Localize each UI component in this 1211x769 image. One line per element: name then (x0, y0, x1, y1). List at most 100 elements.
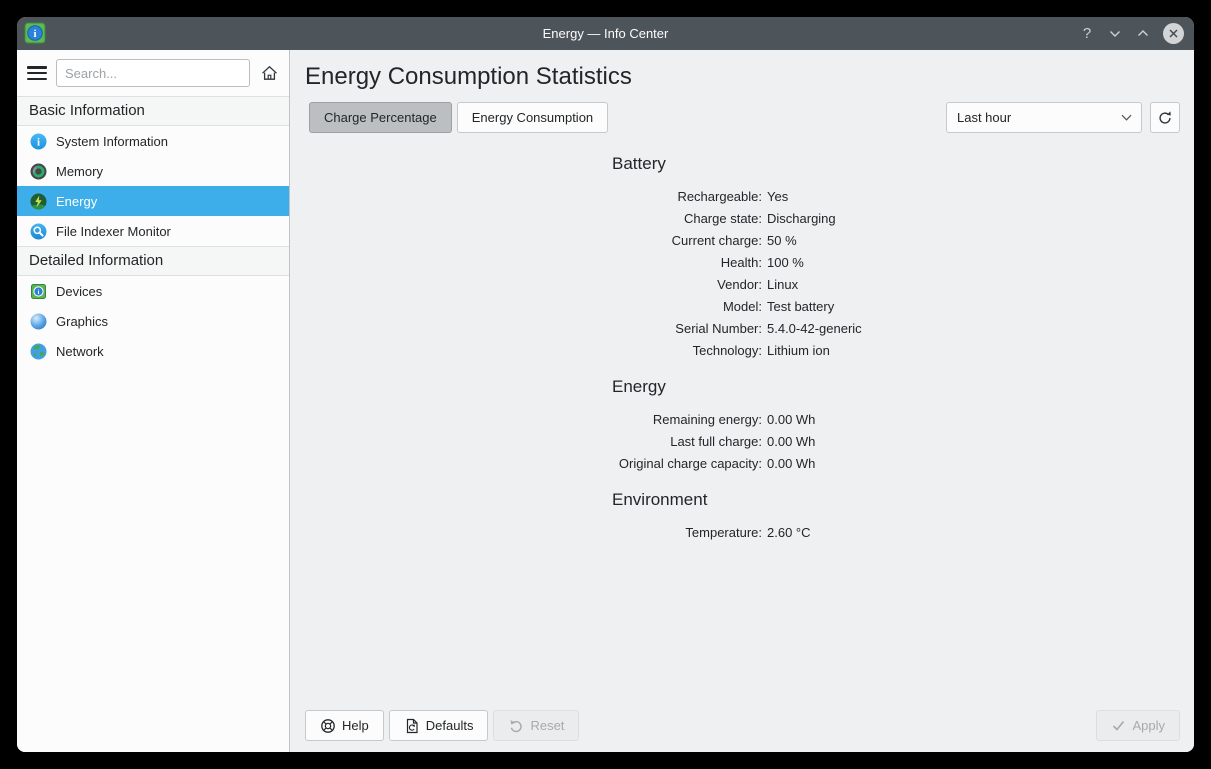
sidebar-section-basic-information: Basic Information (17, 96, 289, 126)
section-title: Energy (612, 377, 1194, 397)
sidebar-item-label: File Indexer Monitor (56, 224, 171, 239)
timespan-select-value: Last hour (957, 110, 1011, 125)
timespan-select[interactable]: Last hour (946, 102, 1142, 133)
checkmark-icon (1111, 718, 1126, 733)
info-label: Model: (290, 296, 762, 318)
reset-button[interactable]: Reset (493, 710, 579, 741)
network-icon (30, 343, 47, 360)
info-center-window: i Energy — Info Center ? (17, 17, 1194, 752)
info-value: Yes (767, 186, 1194, 208)
toolbar: Charge Percentage Energy Consumption Las… (305, 102, 1180, 133)
reset-label: Reset (530, 718, 564, 733)
svg-text:i: i (38, 289, 40, 296)
info-row: Temperature: 2.60 °C (290, 522, 1194, 544)
info-value: Linux (767, 274, 1194, 296)
info-row: Charge state: Discharging (290, 208, 1194, 230)
sidebar-item-devices[interactable]: i Devices (17, 276, 289, 306)
info-value: Test battery (767, 296, 1194, 318)
defaults-label: Defaults (426, 718, 474, 733)
energy-consumption-button[interactable]: Energy Consumption (457, 102, 608, 133)
sidebar-section-detailed-information: Detailed Information (17, 246, 289, 276)
charge-percentage-button[interactable]: Charge Percentage (309, 102, 452, 133)
memory-icon (30, 163, 47, 180)
titlebar[interactable]: i Energy — Info Center ? (17, 17, 1194, 50)
info-label: Original charge capacity: (290, 453, 762, 475)
sidebar-item-system-information[interactable]: i System Information (17, 126, 289, 156)
info-row: Original charge capacity: 0.00 Wh (290, 453, 1194, 475)
sidebar-item-network[interactable]: Network (17, 336, 289, 366)
sidebar-item-label: System Information (56, 134, 168, 149)
info-label: Temperature: (290, 522, 762, 544)
main-panel: Energy Consumption Statistics Charge Per… (290, 50, 1194, 752)
apply-button[interactable]: Apply (1096, 710, 1180, 741)
info-label: Last full charge: (290, 431, 762, 453)
devices-icon: i (30, 283, 47, 300)
info-value: 50 % (767, 230, 1194, 252)
info-row: Vendor: Linux (290, 274, 1194, 296)
sidebar-item-label: Graphics (56, 314, 108, 329)
info-row: Model: Test battery (290, 296, 1194, 318)
refresh-button[interactable] (1150, 102, 1180, 133)
info-label: Technology: (290, 340, 762, 362)
info-value: Discharging (767, 208, 1194, 230)
menu-button[interactable] (27, 65, 47, 81)
close-icon (1168, 28, 1179, 39)
sidebar-item-file-indexer-monitor[interactable]: File Indexer Monitor (17, 216, 289, 246)
minimize-button[interactable] (1107, 24, 1123, 44)
info-label: Current charge: (290, 230, 762, 252)
chevron-down-icon (1109, 28, 1121, 39)
apply-label: Apply (1132, 718, 1165, 733)
info-label: Remaining energy: (290, 409, 762, 431)
help-icon (320, 718, 336, 734)
battery-section: Battery Rechargeable: Yes Charge state: … (290, 154, 1194, 362)
info-row: Current charge: 50 % (290, 230, 1194, 252)
system-information-icon: i (30, 133, 47, 150)
footer: Help Defaults Reset (290, 710, 1194, 752)
search-input[interactable] (56, 59, 250, 87)
titlebar-help-button[interactable]: ? (1079, 24, 1095, 44)
info-value: 5.4.0-42-generic (767, 318, 1194, 340)
info-value: 100 % (767, 252, 1194, 274)
page-title: Energy Consumption Statistics (305, 62, 1194, 92)
home-button[interactable] (259, 62, 279, 84)
help-button[interactable]: Help (305, 710, 384, 741)
sidebar: Basic Information i System Information (17, 50, 290, 752)
defaults-icon (404, 718, 420, 734)
info-center-app-icon: i (24, 22, 46, 44)
svg-text:i: i (37, 136, 40, 148)
info-row: Health: 100 % (290, 252, 1194, 274)
defaults-button[interactable]: Defaults (389, 710, 489, 741)
sidebar-item-energy[interactable]: Energy (17, 186, 289, 216)
info-value: Lithium ion (767, 340, 1194, 362)
section-title: Battery (612, 154, 1194, 174)
info-label: Vendor: (290, 274, 762, 296)
sidebar-item-label: Energy (56, 194, 97, 209)
section-title: Environment (612, 490, 1194, 510)
info-value: 2.60 °C (767, 522, 1194, 544)
info-value: 0.00 Wh (767, 409, 1194, 431)
info-label: Charge state: (290, 208, 762, 230)
chevron-down-icon (1121, 114, 1132, 121)
graphics-icon (30, 313, 47, 330)
energy-section: Energy Remaining energy: 0.00 Wh Last fu… (290, 377, 1194, 475)
maximize-button[interactable] (1135, 24, 1151, 44)
refresh-icon (1157, 110, 1173, 126)
info-label: Health: (290, 252, 762, 274)
sidebar-item-graphics[interactable]: Graphics (17, 306, 289, 336)
svg-text:i: i (33, 28, 36, 40)
info-value: 0.00 Wh (767, 453, 1194, 475)
info-row: Rechargeable: Yes (290, 186, 1194, 208)
sidebar-item-label: Memory (56, 164, 103, 179)
reset-icon (508, 718, 524, 734)
close-button[interactable] (1163, 23, 1184, 44)
help-label: Help (342, 718, 369, 733)
chevron-up-icon (1137, 28, 1149, 39)
file-indexer-icon (30, 223, 47, 240)
sidebar-item-memory[interactable]: Memory (17, 156, 289, 186)
info-content: Battery Rechargeable: Yes Charge state: … (290, 133, 1194, 710)
info-value: 0.00 Wh (767, 431, 1194, 453)
info-row: Last full charge: 0.00 Wh (290, 431, 1194, 453)
info-row: Technology: Lithium ion (290, 340, 1194, 362)
sidebar-item-label: Network (56, 344, 104, 359)
sidebar-item-label: Devices (56, 284, 102, 299)
